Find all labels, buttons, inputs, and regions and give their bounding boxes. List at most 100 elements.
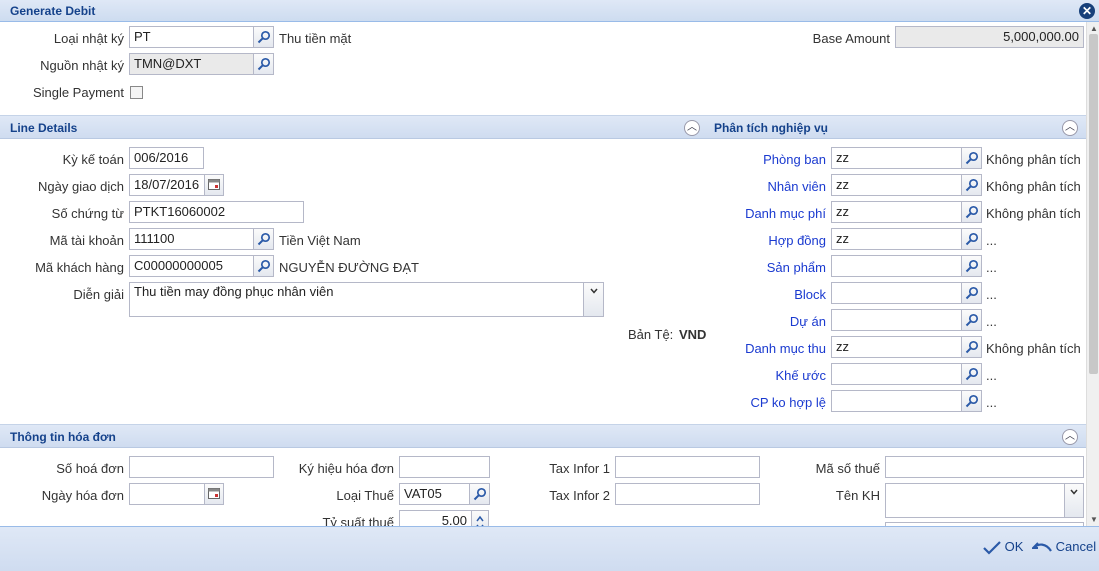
- ma-khach-hang-desc: NGUYỄN ĐƯỜNG ĐẠT: [279, 260, 419, 275]
- chevron-up-icon[interactable]: ︿: [1062, 120, 1078, 136]
- cancel-button[interactable]: Cancel: [1030, 539, 1096, 556]
- analysis-row-input[interactable]: zz: [831, 174, 962, 196]
- so-hoa-don-label: Số hoá đơn: [56, 461, 124, 476]
- search-icon[interactable]: [254, 255, 274, 277]
- base-amount-input[interactable]: 5,000,000.00: [895, 26, 1084, 48]
- analysis-row-input[interactable]: zz: [831, 228, 962, 250]
- scrollbar-thumb[interactable]: [1089, 34, 1098, 374]
- so-hoa-don-input[interactable]: [129, 456, 274, 478]
- scroll-up-icon[interactable]: ▲: [1090, 24, 1098, 33]
- loai-thue-input[interactable]: VAT05: [399, 483, 470, 505]
- check-icon: [983, 540, 1001, 555]
- search-icon[interactable]: [962, 390, 982, 412]
- analysis-row-desc: ...: [986, 287, 997, 302]
- ten-kh-textarea[interactable]: [885, 483, 1065, 518]
- nguon-nhat-ky-input[interactable]: TMN@DXT: [129, 53, 254, 75]
- ma-tai-khoan-input[interactable]: 111100: [129, 228, 254, 250]
- ma-so-thue-input[interactable]: [885, 456, 1084, 478]
- analysis-row-label[interactable]: Danh mục thu: [700, 341, 826, 356]
- analysis-row-desc: ...: [986, 260, 997, 275]
- analysis-row-label[interactable]: Dự án: [700, 314, 826, 329]
- tax-infor-1-input[interactable]: [615, 456, 760, 478]
- analysis-row-label[interactable]: Phòng ban: [700, 152, 826, 167]
- ma-khach-hang-input[interactable]: C00000000005: [129, 255, 254, 277]
- form-content: Loại nhật ký PT Thu tiền mặt Nguồn nhật …: [0, 22, 1086, 526]
- search-icon[interactable]: [470, 483, 490, 505]
- loai-nhat-ky-desc: Thu tiền mặt: [279, 31, 352, 46]
- dien-giai-textarea[interactable]: Thu tiền may đồng phục nhân viên: [129, 282, 584, 317]
- so-chung-tu-input[interactable]: PTKT16060002: [129, 201, 304, 223]
- search-icon[interactable]: [962, 228, 982, 250]
- search-icon[interactable]: [962, 174, 982, 196]
- chevron-down-icon[interactable]: [584, 282, 604, 317]
- analysis-row-input[interactable]: zz: [831, 336, 962, 358]
- ok-button[interactable]: OK: [983, 539, 1023, 556]
- analysis-row-input[interactable]: [831, 390, 962, 412]
- nguon-nhat-ky-label: Nguồn nhật ký: [40, 58, 124, 73]
- tax-infor-1-label: Tax Infor 1: [549, 461, 610, 476]
- ngay-hoa-don-input[interactable]: [129, 483, 205, 505]
- ky-ke-toan-input[interactable]: 006/2016: [129, 147, 204, 169]
- title-bar: Generate Debit ✕: [0, 0, 1099, 22]
- vertical-scrollbar[interactable]: ▲ ▼: [1086, 22, 1099, 526]
- ma-tai-khoan-desc: Tiền Việt Nam: [279, 233, 361, 248]
- search-icon[interactable]: [962, 309, 982, 331]
- analysis-title: Phân tích nghiệp vụ: [714, 121, 829, 135]
- analysis-row-input[interactable]: zz: [831, 201, 962, 223]
- ma-khach-hang-label: Mã khách hàng: [35, 260, 124, 275]
- so-chung-tu-label: Số chứng từ: [51, 206, 124, 221]
- search-icon[interactable]: [962, 282, 982, 304]
- tax-infor-2-label: Tax Infor 2: [549, 488, 610, 503]
- generate-debit-window: Generate Debit ✕ Loại nhật ký PT Thu tiề…: [0, 0, 1099, 571]
- calendar-icon[interactable]: [205, 483, 224, 505]
- analysis-row-input[interactable]: [831, 309, 962, 331]
- analysis-row-desc: ...: [986, 314, 997, 329]
- ty-suat-thue-input[interactable]: 5.00: [399, 510, 472, 526]
- ty-suat-thue-label: Tỷ suất thuế: [322, 515, 394, 526]
- analysis-row-input[interactable]: zz: [831, 147, 962, 169]
- ban-te-value: VND: [679, 327, 707, 342]
- analysis-row-label[interactable]: CP ko hợp lệ: [700, 395, 827, 410]
- analysis-row-input[interactable]: [831, 255, 962, 277]
- ok-label: OK: [1004, 539, 1024, 554]
- single-payment-checkbox[interactable]: [130, 86, 143, 99]
- close-icon[interactable]: ✕: [1079, 3, 1095, 19]
- analysis-row-label[interactable]: Danh mục phí: [700, 206, 826, 221]
- search-icon[interactable]: [254, 228, 274, 250]
- analysis-row-label[interactable]: Nhân viên: [700, 179, 826, 194]
- scroll-down-icon[interactable]: ▼: [1090, 515, 1098, 524]
- analysis-row-desc: Không phân tích: [986, 179, 1081, 194]
- footer-bar: OK Cancel: [0, 526, 1099, 571]
- search-icon[interactable]: [962, 201, 982, 223]
- search-icon[interactable]: [962, 147, 982, 169]
- search-icon[interactable]: [962, 363, 982, 385]
- analysis-row-label[interactable]: Khế ước: [700, 368, 826, 383]
- analysis-row-desc: ...: [986, 395, 997, 410]
- search-icon[interactable]: [962, 255, 982, 277]
- analysis-row-label[interactable]: Block: [700, 287, 826, 302]
- chevron-up-icon[interactable]: ︿: [1062, 429, 1078, 445]
- analysis-row-input[interactable]: [831, 363, 962, 385]
- analysis-row-label[interactable]: Sản phẩm: [700, 260, 826, 275]
- ngay-giao-dich-input[interactable]: 18/07/2016: [129, 174, 205, 196]
- single-payment-label: Single Payment: [32, 85, 124, 100]
- analysis-row-desc: Không phân tích: [986, 152, 1081, 167]
- chevron-down-icon[interactable]: [1065, 483, 1084, 518]
- ky-hieu-hoa-don-input[interactable]: [399, 456, 490, 478]
- search-icon[interactable]: [962, 336, 982, 358]
- tax-infor-2-input[interactable]: [615, 483, 760, 505]
- loai-nhat-ky-input[interactable]: PT: [129, 26, 254, 48]
- analysis-row-input[interactable]: [831, 282, 962, 304]
- chevron-up-icon[interactable]: ︿: [684, 120, 700, 136]
- analysis-row-label[interactable]: Hợp đồng: [700, 233, 826, 248]
- invoice-header: Thông tin hóa đơn ︿: [0, 424, 1086, 448]
- search-icon[interactable]: [254, 53, 274, 75]
- calendar-icon[interactable]: [205, 174, 224, 196]
- search-icon[interactable]: [254, 26, 274, 48]
- spinner-icon[interactable]: [472, 510, 489, 526]
- ten-kh-label: Tên KH: [835, 488, 880, 503]
- analysis-row-desc: Không phân tích: [986, 206, 1081, 221]
- analysis-row-desc: Không phân tích: [986, 341, 1081, 356]
- base-amount-label: Base Amount: [812, 31, 890, 46]
- ban-te-label: Bản Tệ:: [628, 327, 674, 342]
